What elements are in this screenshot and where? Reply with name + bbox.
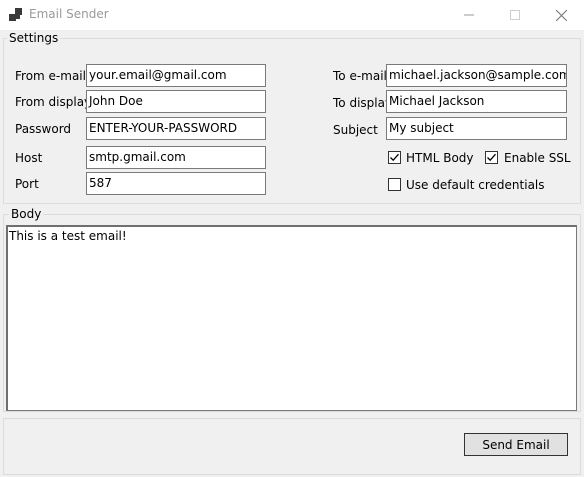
- check-icon: [487, 153, 496, 162]
- minimize-icon: [464, 14, 474, 16]
- maximize-icon: [510, 10, 520, 20]
- port-label: Port: [15, 177, 39, 191]
- html-body-label: HTML Body: [406, 151, 474, 165]
- close-button[interactable]: [538, 0, 584, 30]
- enable-ssl-label: Enable SSL: [504, 151, 571, 165]
- settings-group-label: Settings: [7, 31, 61, 45]
- check-icon: [390, 153, 399, 162]
- html-body-checkbox[interactable]: [388, 151, 401, 164]
- title-bar: Email Sender: [0, 0, 584, 30]
- from-email-field[interactable]: your.email@gmail.com: [86, 64, 266, 87]
- body-group-label: Body: [9, 207, 44, 221]
- to-display-field[interactable]: Michael Jackson: [386, 90, 567, 113]
- from-display-label: From display: [15, 95, 92, 109]
- from-email-label: From e-mail: [15, 69, 86, 83]
- to-email-label: To e-mail: [333, 69, 387, 83]
- enable-ssl-checkbox[interactable]: [485, 151, 498, 164]
- to-email-field[interactable]: michael.jackson@sample.com: [386, 64, 567, 87]
- app-icon: [9, 8, 22, 21]
- subject-field[interactable]: My subject: [386, 117, 567, 140]
- default-credentials-label: Use default credentials: [406, 178, 545, 192]
- to-display-label: To display: [333, 96, 393, 110]
- maximize-button[interactable]: [492, 0, 538, 30]
- close-icon: [555, 9, 567, 21]
- body-textarea[interactable]: This is a test email!: [6, 225, 577, 411]
- password-label: Password: [15, 122, 72, 136]
- default-credentials-checkbox[interactable]: [388, 178, 401, 191]
- from-display-field[interactable]: John Doe: [86, 90, 266, 113]
- port-field[interactable]: 587: [86, 172, 266, 195]
- host-label: Host: [15, 151, 43, 165]
- send-email-button[interactable]: Send Email: [464, 433, 568, 456]
- window-title: Email Sender: [29, 7, 109, 21]
- password-field[interactable]: ENTER-YOUR-PASSWORD: [86, 117, 266, 140]
- minimize-button[interactable]: [446, 0, 492, 30]
- host-field[interactable]: smtp.gmail.com: [86, 146, 266, 169]
- subject-label: Subject: [333, 123, 378, 137]
